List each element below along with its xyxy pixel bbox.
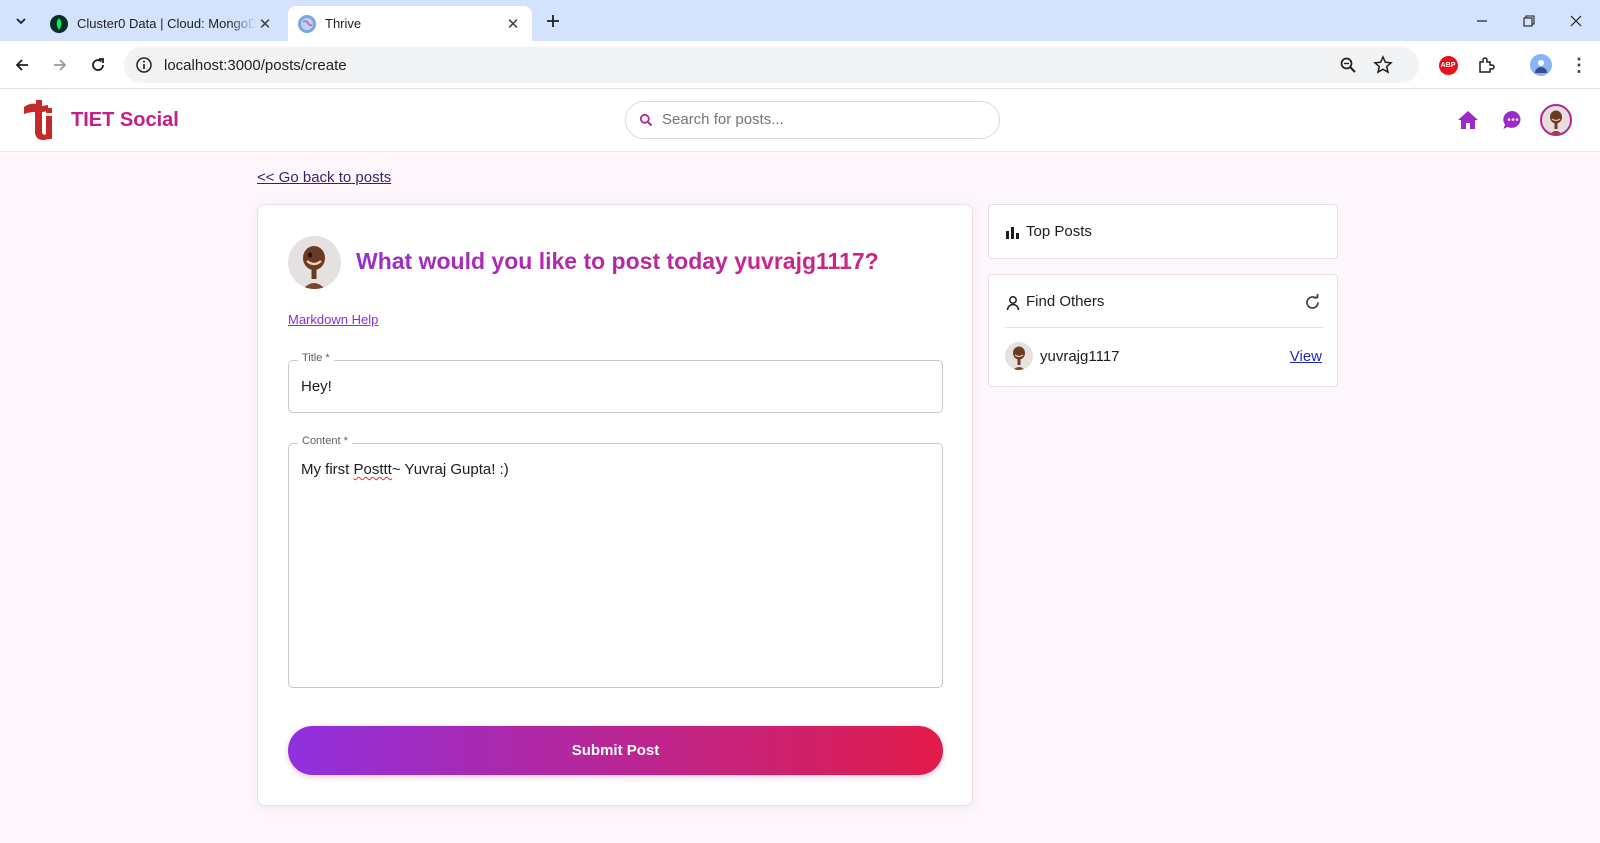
divider: [1005, 327, 1324, 328]
content-textarea-value[interactable]: My first Posttt~ Yuvraj Gupta! :): [301, 461, 509, 478]
find-others-card: Find Others yuvrajg1117 View: [988, 274, 1338, 387]
refresh-icon[interactable]: [1301, 291, 1323, 313]
top-posts-label: Top Posts: [1026, 223, 1092, 240]
browser-tab-thrive[interactable]: Thrive ✕: [288, 6, 532, 41]
extensions-puzzle-icon[interactable]: [1474, 53, 1498, 77]
suggested-user-avatar: [1005, 342, 1033, 370]
forward-arrow-icon[interactable]: [48, 53, 72, 77]
search-bar[interactable]: [625, 101, 1000, 139]
address-bar[interactable]: localhost:3000/posts/create: [124, 47, 1419, 83]
home-icon[interactable]: [1455, 107, 1481, 133]
globe-icon: [298, 14, 316, 33]
mongodb-leaf-icon: [50, 14, 68, 33]
misspelled-word[interactable]: Posttt: [354, 461, 392, 478]
person-icon: [1006, 296, 1020, 311]
find-others-label: Find Others: [1026, 293, 1105, 310]
site-info-icon[interactable]: [135, 56, 153, 74]
submit-post-button[interactable]: Submit Post: [288, 726, 943, 775]
back-to-posts-link[interactable]: << Go back to posts: [257, 169, 391, 186]
back-arrow-icon[interactable]: [10, 53, 34, 77]
title-input-value[interactable]: Hey!: [301, 378, 332, 395]
close-window-icon[interactable]: [1564, 9, 1588, 33]
markdown-help-link[interactable]: Markdown Help: [288, 312, 378, 327]
bookmark-star-icon[interactable]: [1373, 55, 1393, 75]
content-field-label: Content *: [298, 435, 352, 447]
brand-name[interactable]: TIET Social: [71, 109, 179, 132]
title-field[interactable]: Title * Hey!: [288, 352, 943, 413]
search-icon: [639, 113, 653, 127]
browser-menu-icon[interactable]: ⋮: [1567, 53, 1591, 77]
author-avatar: [288, 236, 341, 289]
app-header: TIET Social: [0, 90, 1600, 152]
title-field-label: Title *: [298, 352, 334, 364]
create-post-card: What would you like to post today yuvraj…: [257, 204, 973, 806]
zoom-icon[interactable]: [1339, 56, 1357, 74]
browser-tab-mongodb[interactable]: Cluster0 Data | Cloud: MongoDB Cloud ✕: [40, 6, 284, 41]
profile-avatar-icon[interactable]: [1529, 53, 1553, 77]
restore-icon[interactable]: [1517, 9, 1541, 33]
page-heading: What would you like to post today yuvraj…: [356, 248, 879, 274]
suggested-user-name[interactable]: yuvrajg1117: [1040, 348, 1120, 365]
browser-toolbar: localhost:3000/posts/create ABP ⋮: [0, 41, 1600, 89]
content-text-suffix: ~ Yuvraj Gupta! :): [391, 461, 509, 478]
top-posts-card[interactable]: Top Posts: [988, 204, 1338, 259]
adblock-extension-icon[interactable]: ABP: [1436, 53, 1460, 77]
tab-title: Cluster0 Data | Cloud: MongoDB Cloud: [77, 16, 256, 31]
messages-icon[interactable]: [1500, 107, 1526, 133]
close-tab-icon[interactable]: ✕: [504, 15, 522, 33]
new-tab-plus-icon[interactable]: [542, 10, 564, 32]
content-field[interactable]: Content * My first Posttt~ Yuvraj Gupta!…: [288, 435, 943, 688]
reload-icon[interactable]: [86, 53, 110, 77]
view-user-link[interactable]: View: [1290, 348, 1322, 365]
tab-title: Thrive: [325, 16, 362, 31]
url-text[interactable]: localhost:3000/posts/create: [164, 57, 347, 74]
bar-chart-icon: [1006, 227, 1019, 239]
close-tab-icon[interactable]: ✕: [256, 15, 274, 33]
tiet-logo-icon[interactable]: [22, 100, 54, 140]
content-text-prefix: My first: [301, 461, 354, 478]
minimize-icon[interactable]: [1470, 9, 1494, 33]
tab-search-chevron-icon[interactable]: [9, 9, 33, 33]
user-avatar[interactable]: [1540, 104, 1572, 136]
browser-tab-bar: Cluster0 Data | Cloud: MongoDB Cloud ✕ T…: [0, 0, 1600, 41]
search-input[interactable]: [662, 111, 982, 128]
